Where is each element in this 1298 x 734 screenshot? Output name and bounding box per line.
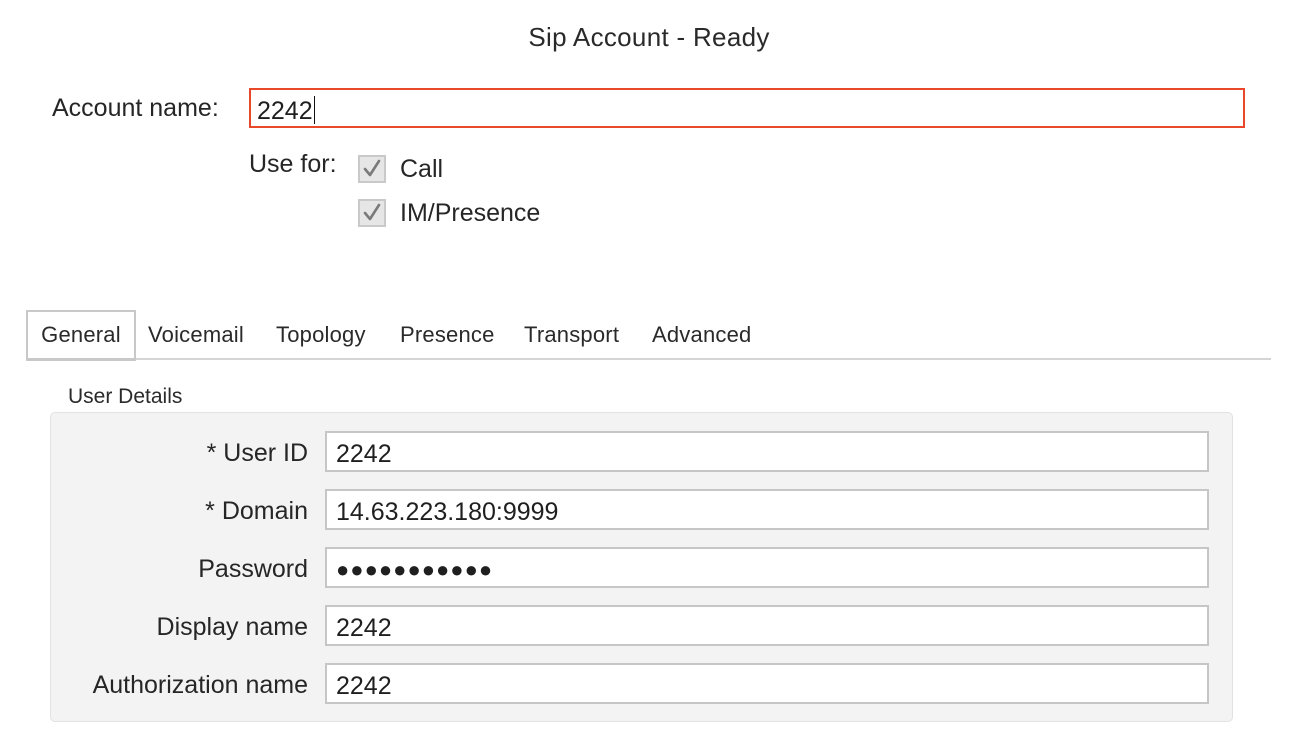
user-id-field[interactable]: 2242 — [325, 431, 1209, 472]
domain-field[interactable]: 14.63.223.180:9999 — [325, 489, 1209, 530]
display-name-field[interactable]: 2242 — [325, 605, 1209, 646]
tab-voicemail[interactable]: Voicemail — [148, 310, 244, 360]
tab-bar: General Voicemail Topology Presence Tran… — [26, 310, 1271, 361]
checkmark-icon — [363, 159, 381, 177]
tab-general[interactable]: General — [26, 310, 136, 361]
tab-advanced[interactable]: Advanced — [652, 310, 751, 360]
domain-label: * Domain — [205, 497, 308, 525]
display-name-label: Display name — [156, 613, 308, 641]
call-checkbox-row[interactable]: Call — [358, 153, 443, 185]
im-presence-checkbox-label: IM/Presence — [400, 198, 541, 227]
tab-presence[interactable]: Presence — [400, 310, 495, 360]
text-caret — [313, 96, 316, 124]
checkmark-icon — [363, 203, 381, 221]
im-presence-checkbox[interactable] — [358, 199, 386, 227]
use-for-label: Use for: — [249, 150, 337, 178]
account-name-value: 2242 — [257, 97, 313, 125]
im-presence-checkbox-row[interactable]: IM/Presence — [358, 197, 540, 229]
account-name-input[interactable]: 2242 — [249, 88, 1245, 128]
window-title: Sip Account - Ready — [528, 22, 770, 52]
password-label: Password — [198, 555, 308, 583]
password-field[interactable]: ●●●●●●●●●●● — [325, 547, 1209, 588]
user-id-label: * User ID — [206, 439, 308, 467]
authorization-name-field[interactable]: 2242 — [325, 663, 1209, 704]
tab-transport[interactable]: Transport — [524, 310, 619, 360]
call-checkbox-label: Call — [400, 154, 444, 183]
user-details-group-label: User Details — [68, 385, 183, 408]
authorization-name-label: Authorization name — [92, 671, 308, 699]
tab-topology[interactable]: Topology — [276, 310, 366, 360]
account-name-label: Account name: — [52, 94, 219, 122]
call-checkbox[interactable] — [358, 155, 386, 183]
